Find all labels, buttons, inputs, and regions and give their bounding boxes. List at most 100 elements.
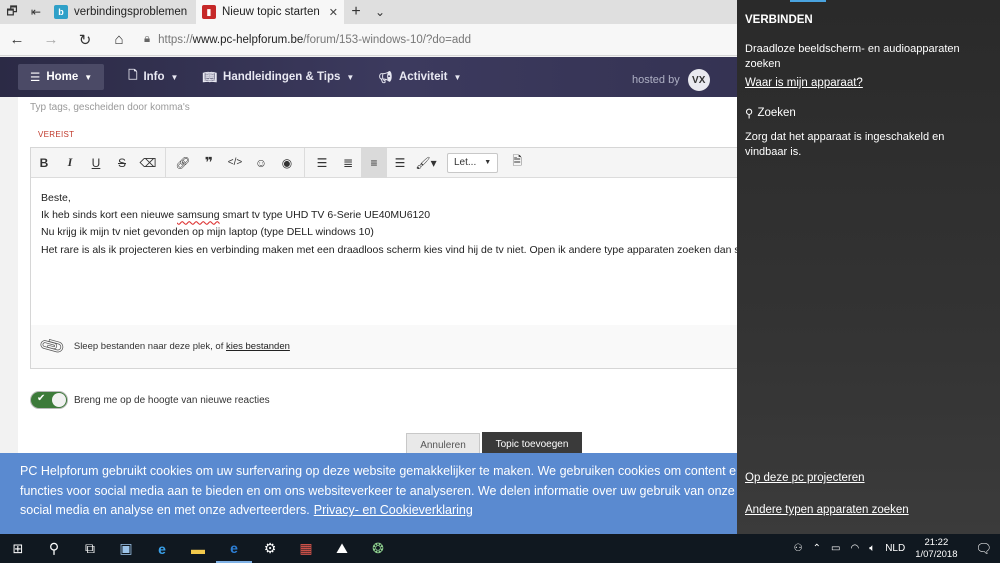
font-select-value: Let... — [454, 157, 477, 168]
editor-content[interactable]: Beste, Ik heb sinds kort een nieuwe sams… — [31, 178, 740, 271]
numbered-list-icon[interactable]: ≣ — [335, 148, 361, 178]
misspelled-word[interactable]: samsung — [177, 209, 220, 221]
nav-home[interactable]: ☰ Home ▼ — [18, 64, 105, 90]
where-is-device-link[interactable]: Waar is mijn apparaat? — [745, 77, 863, 89]
choose-files-link[interactable]: kies bestanden — [226, 341, 290, 352]
internet-explorer-icon[interactable]: e — [144, 534, 180, 563]
browser-tab-1[interactable]: b verbindingsproblemen bij b — [48, 0, 196, 24]
nav-guides-label: Handleidingen & Tips — [223, 71, 341, 83]
app-icon[interactable]: ❂ — [360, 534, 396, 563]
chevron-down-icon: ▼ — [84, 72, 93, 82]
tab-menu-chevron-icon[interactable]: ⌄ — [368, 0, 392, 24]
align-center-icon[interactable]: ☰ — [387, 148, 413, 178]
bullet-list-icon[interactable]: ☰ — [309, 148, 335, 178]
follow-toggle-row: ✔ Breng me op de hoogte van nieuwe react… — [30, 391, 270, 409]
link-icon[interactable]: 🔗︎ — [170, 148, 196, 178]
font-select[interactable]: Let... ▼ — [447, 152, 499, 173]
cookie-line: functies voor social media aan te bieden… — [20, 483, 737, 498]
eraser-icon[interactable]: ⌫ — [135, 148, 161, 178]
search-icon[interactable]: ⚲ — [36, 534, 72, 563]
people-icon[interactable]: ⚇ — [794, 543, 803, 554]
set-aside-tabs-icon[interactable]: ⇤ — [24, 0, 48, 24]
chevron-down-icon: ▼ — [170, 72, 179, 82]
follow-toggle[interactable]: ✔ — [30, 391, 68, 409]
chevron-down-icon: ▼ — [346, 72, 355, 82]
tags-hint: Typ tags, gescheiden door komma's — [30, 102, 190, 113]
editor-toolbar: B I U S ⌫ 🔗︎ ❞ </> ☺ ◉ ☰ ≣ ≡ ☰ 🖌︎▾ Let..… — [31, 147, 740, 178]
forward-arrow-icon[interactable]: → — [34, 31, 68, 48]
bold-icon[interactable]: B — [31, 148, 57, 178]
edge-icon[interactable]: e — [216, 534, 252, 563]
popcorn-app-icon[interactable]: ▦ — [288, 534, 324, 563]
privacy-link[interactable]: Privacy- en Cookieverklaring — [314, 503, 473, 517]
body-line: Nu krijg ik mijn tv niet gevonden op mij… — [41, 226, 374, 239]
nav-info[interactable]: 🗋 Info ▼ — [128, 68, 178, 87]
new-tab-button[interactable]: + — [344, 0, 368, 24]
project-to-pc-link[interactable]: Op deze pc projecteren — [745, 472, 865, 484]
toolbar-divider — [304, 147, 305, 178]
find-other-devices-link[interactable]: Andere typen apparaten zoeken — [745, 504, 909, 516]
paint-brush-icon[interactable]: 🖌︎▾ — [413, 148, 439, 178]
wifi-icon[interactable]: ◠ — [850, 543, 859, 554]
browser-tab-2[interactable]: ▮ Nieuw topic starten - PC ✕ — [196, 0, 344, 24]
taskbar: ⊞ ⚲ ⧉ ▣ e ▬ e ⚙ ▦ ⛰ ❂ ⚇ ⌃ ▭ ◠ 🔈︎ NLD 21:… — [0, 534, 1000, 563]
file-explorer-icon[interactable]: ▬ — [180, 534, 216, 563]
url-host: www.pc-helpforum.be — [192, 33, 304, 46]
megaphone-icon: 📢︎ — [378, 72, 393, 84]
refresh-icon[interactable]: ↻ — [68, 31, 102, 49]
emoji-icon[interactable]: ☺ — [248, 148, 274, 178]
hosted-by: hosted by VX — [632, 69, 710, 91]
body-line: Ik heb sinds kort een nieuwe samsung sma… — [41, 209, 431, 222]
code-icon[interactable]: </> — [222, 148, 248, 178]
italic-icon[interactable]: I — [57, 148, 83, 178]
hosted-by-label: hosted by — [632, 74, 680, 86]
panel-accent — [790, 0, 826, 2]
source-document-icon[interactable]: 🗎 — [504, 148, 530, 178]
attach-text: Sleep bestanden naar deze plek, of kies … — [73, 341, 290, 352]
language-indicator[interactable]: NLD — [885, 543, 905, 554]
settings-gear-icon[interactable]: ⚙ — [252, 534, 288, 563]
nav-activity[interactable]: 📢︎ Activiteit ▼ — [378, 70, 461, 84]
tab-overview-icon[interactable]: 🗗 — [0, 0, 24, 24]
system-tray: ⚇ ⌃ ▭ ◠ 🔈︎ NLD 21:22 1/07/2018 🗨︎ — [794, 534, 1000, 563]
volume-icon[interactable]: 🔈︎ — [869, 543, 875, 554]
task-view-icon[interactable]: ⧉ — [72, 534, 108, 563]
searching-label: Zoeken — [757, 107, 796, 119]
quote-icon[interactable]: ❞ — [196, 148, 222, 178]
spoiler-eye-icon[interactable]: ◉ — [274, 148, 300, 178]
nav-home-label: Home — [46, 71, 79, 83]
paperclip-icon: 📎︎ — [37, 331, 68, 361]
app-icon[interactable]: ▣ — [108, 534, 144, 563]
file-drop-zone[interactable]: 📎︎ Sleep bestanden naar deze plek, of ki… — [30, 325, 740, 369]
url-field[interactable]: 🔒︎ https://www.pc-helpforum.be/forum/153… — [144, 33, 471, 46]
underline-icon[interactable]: U — [83, 148, 109, 178]
clock[interactable]: 21:22 1/07/2018 — [915, 537, 957, 561]
notifications-icon[interactable]: 🗨︎ — [975, 541, 992, 557]
battery-icon[interactable]: ▭ — [831, 543, 840, 554]
close-tab-icon[interactable]: ✕ — [329, 6, 338, 19]
clock-date: 1/07/2018 — [915, 548, 958, 560]
menu-icon: ☰ — [30, 72, 41, 84]
search-icon: ⚲ — [745, 108, 754, 120]
photos-icon[interactable]: ⛰ — [324, 534, 360, 563]
host-logo[interactable]: VX — [687, 69, 710, 91]
bing-favicon-icon: b — [54, 5, 68, 19]
panel-title: VERBINDEN — [745, 14, 813, 26]
nav-guides[interactable]: 📖︎ Handleidingen & Tips ▼ — [202, 70, 354, 84]
required-label: VEREIST — [38, 130, 75, 139]
checkmark-icon: ✔ — [37, 393, 46, 404]
searching-status: ⚲ Zoeken — [745, 106, 796, 120]
chevron-down-icon: ▼ — [453, 72, 462, 82]
strikethrough-icon[interactable]: S — [109, 148, 135, 178]
book-icon: 📖︎ — [202, 72, 218, 84]
tab-title: verbindingsproblemen bij b — [74, 6, 190, 18]
align-left-icon[interactable]: ≡ — [361, 147, 387, 178]
windows-start-icon[interactable]: ⊞ — [0, 534, 36, 563]
url-prefix: https:// — [158, 33, 193, 46]
follow-label: Breng me op de hoogte van nieuwe reactie… — [74, 394, 270, 406]
url-path: /forum/153-windows-10/?do=add — [303, 33, 472, 46]
chevron-up-icon[interactable]: ⌃ — [813, 543, 821, 554]
back-arrow-icon[interactable]: ← — [0, 31, 34, 48]
forum-favicon-icon: ▮ — [202, 5, 216, 19]
home-icon[interactable]: ⌂ — [102, 31, 136, 48]
